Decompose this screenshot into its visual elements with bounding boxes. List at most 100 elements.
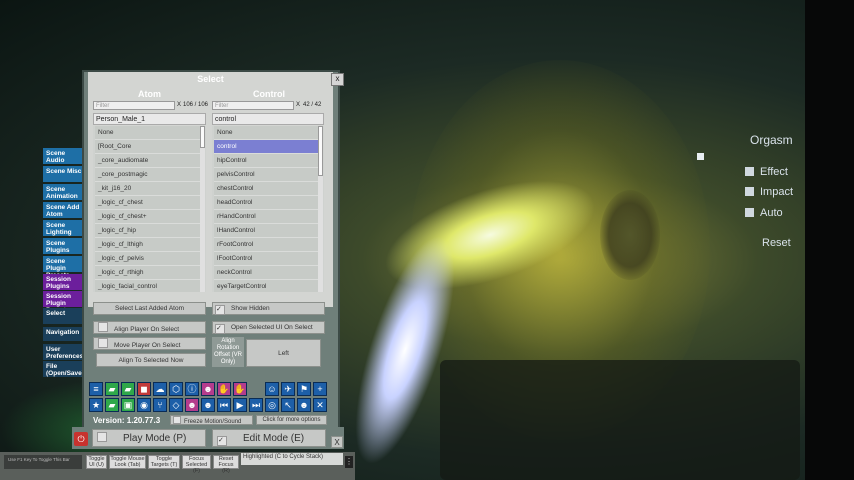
tab-scene-misc[interactable]: Scene Misc: [43, 166, 86, 182]
control-list-item[interactable]: eyeTargetControl: [214, 280, 322, 292]
control-list-item[interactable]: lFootControl: [214, 252, 322, 266]
tab-scene-plugins[interactable]: Scene Plugins: [43, 238, 86, 254]
more-menu-icon[interactable]: ⋮: [345, 456, 353, 468]
atom-list-item[interactable]: _logic_cf_chest: [95, 196, 204, 210]
tab-navigation[interactable]: Navigation: [43, 327, 86, 341]
globe-icon[interactable]: ◎: [265, 398, 279, 412]
control-list-item[interactable]: None: [214, 126, 322, 140]
align-to-selected-now-button[interactable]: Align To Selected Now: [96, 353, 206, 367]
person-red-icon[interactable]: ☻: [185, 398, 199, 412]
impact-checkbox[interactable]: [745, 187, 754, 196]
tab-session-plugins[interactable]: Session Plugins: [43, 274, 86, 290]
align-rotation-offset-select[interactable]: Left: [246, 339, 321, 367]
atom-list-scrollbar[interactable]: [200, 126, 205, 292]
person-box-icon[interactable]: ☻: [201, 382, 215, 396]
bottom-button-toggle-mouse-look-tab[interactable]: Toggle Mouse Look (Tab): [109, 455, 146, 469]
move-player-checkbox[interactable]: [98, 338, 108, 348]
freeze-motion-toggle[interactable]: Freeze Motion/Sound: [170, 415, 253, 425]
effect-toggle[interactable]: Effect: [745, 166, 788, 178]
branch-icon[interactable]: ⑂: [153, 398, 167, 412]
atom-list-item[interactable]: [Root_Core: [95, 140, 204, 154]
show-hidden-toggle[interactable]: ✓ Show Hidden: [212, 302, 325, 315]
step-back-icon[interactable]: ⏮: [217, 398, 231, 412]
hexagon-icon[interactable]: ⬡: [169, 382, 183, 396]
control-list-item[interactable]: chestControl: [214, 182, 322, 196]
bottom-button-toggle-targets-t[interactable]: Toggle Targets (T): [148, 455, 180, 469]
more-options-button[interactable]: Click for more options: [256, 415, 327, 425]
selected-control-field[interactable]: control: [212, 113, 324, 125]
control-list-item[interactable]: control: [214, 140, 322, 154]
tab-scene-add-atom[interactable]: Scene Add Atom: [43, 202, 86, 218]
toolbar-close-button[interactable]: X: [331, 436, 343, 448]
play-mode-checkbox[interactable]: [97, 432, 107, 442]
play-mode-button[interactable]: Play Mode (P): [92, 429, 206, 447]
atom-list-item[interactable]: None: [95, 126, 204, 140]
control-list-item[interactable]: lHandControl: [214, 224, 322, 238]
control-list-scroll-thumb[interactable]: [318, 126, 323, 176]
step-icon[interactable]: ⏭: [249, 398, 263, 412]
align-player-on-select-toggle[interactable]: Align Player On Select: [93, 321, 206, 334]
tab-session-plugin-presets[interactable]: Session Plugin Presets: [43, 291, 86, 314]
person-icon[interactable]: ☻: [201, 398, 215, 412]
plus-icon[interactable]: +: [313, 382, 327, 396]
cloud-icon[interactable]: ☁: [153, 382, 167, 396]
person-icon[interactable]: ☺: [265, 382, 279, 396]
folder-icon[interactable]: ▰: [105, 398, 119, 412]
effect-checkbox[interactable]: [745, 167, 754, 176]
freeze-motion-checkbox[interactable]: [173, 416, 181, 424]
control-filter-clear-button[interactable]: X: [296, 102, 300, 108]
panel-close-button[interactable]: x: [331, 73, 344, 86]
photo-icon[interactable]: ▣: [121, 398, 135, 412]
atom-list-item[interactable]: _logic_cf_rthigh: [95, 266, 204, 280]
plane-icon[interactable]: ✈: [281, 382, 295, 396]
auto-checkbox[interactable]: [745, 208, 754, 217]
tab-scene-lighting[interactable]: Scene Lighting: [43, 220, 86, 236]
tab-user-preferences[interactable]: User Preferences: [43, 344, 86, 360]
bag-icon[interactable]: ◼: [137, 382, 151, 396]
auto-toggle[interactable]: Auto: [745, 207, 783, 219]
atom-list-item[interactable]: _logic_cf_pelvis: [95, 252, 204, 266]
flag-icon[interactable]: ⚑: [297, 382, 311, 396]
show-hidden-checkbox[interactable]: ✓: [215, 305, 225, 315]
tab-file-open-save[interactable]: File (Open/Save): [43, 361, 86, 377]
control-list-item[interactable]: headControl: [214, 196, 322, 210]
align-player-checkbox[interactable]: [98, 322, 108, 332]
power-icon[interactable]: ⏻: [74, 432, 88, 446]
hand-icon[interactable]: ✋: [233, 382, 247, 396]
atom-list-item[interactable]: _core_audiomate: [95, 154, 204, 168]
control-list-item[interactable]: pelvisControl: [214, 168, 322, 182]
wrench-icon[interactable]: ✕: [313, 398, 327, 412]
play-icon[interactable]: ▶: [233, 398, 247, 412]
folder-green-icon[interactable]: ▰: [105, 382, 119, 396]
impact-toggle[interactable]: Impact: [745, 186, 793, 198]
tab-select[interactable]: Select: [43, 308, 86, 324]
star-icon[interactable]: ★: [89, 398, 103, 412]
atom-list-item[interactable]: _logic_cf_chest+: [95, 210, 204, 224]
atom-list-item[interactable]: _logic_facial_control: [95, 280, 204, 292]
edit-mode-checkbox[interactable]: ✓: [217, 436, 227, 446]
camera-icon[interactable]: ◉: [137, 398, 151, 412]
control-list-item[interactable]: neckControl: [214, 266, 322, 280]
bottom-button-focus-selected-f[interactable]: Focus Selected (F): [182, 455, 211, 474]
edit-mode-button[interactable]: ✓ Edit Mode (E): [212, 429, 326, 447]
move-player-on-select-toggle[interactable]: Move Player On Select: [93, 337, 206, 350]
bottom-button-toggle-ui-u[interactable]: Toggle UI (U): [86, 455, 107, 469]
control-filter-input[interactable]: Filter: [212, 101, 294, 110]
hand-icon[interactable]: ✋: [217, 382, 231, 396]
shield-icon[interactable]: ◇: [169, 398, 183, 412]
bottom-button-reset-focus-r[interactable]: Reset Focus (R): [213, 455, 239, 474]
control-list-item[interactable]: rFootControl: [214, 238, 322, 252]
tab-scene-audio[interactable]: Scene Audio: [43, 148, 86, 164]
people-icon[interactable]: ☻: [297, 398, 311, 412]
select-last-added-atom-button[interactable]: Select Last Added Atom: [93, 302, 206, 315]
control-list-item[interactable]: rHandControl: [214, 210, 322, 224]
selected-atom-field[interactable]: Person_Male_1: [93, 113, 206, 125]
atom-filter-input[interactable]: Filter: [93, 101, 175, 110]
tab-scene-animation[interactable]: Scene Animation: [43, 184, 86, 200]
reset-button[interactable]: Reset: [762, 237, 791, 249]
atom-list-item[interactable]: _logic_cf_hip: [95, 224, 204, 238]
info-icon[interactable]: ⓘ: [185, 382, 199, 396]
control-list-item[interactable]: hipControl: [214, 154, 322, 168]
atom-list-item[interactable]: _core_postmagic: [95, 168, 204, 182]
atom-filter-clear-button[interactable]: X: [177, 102, 181, 108]
